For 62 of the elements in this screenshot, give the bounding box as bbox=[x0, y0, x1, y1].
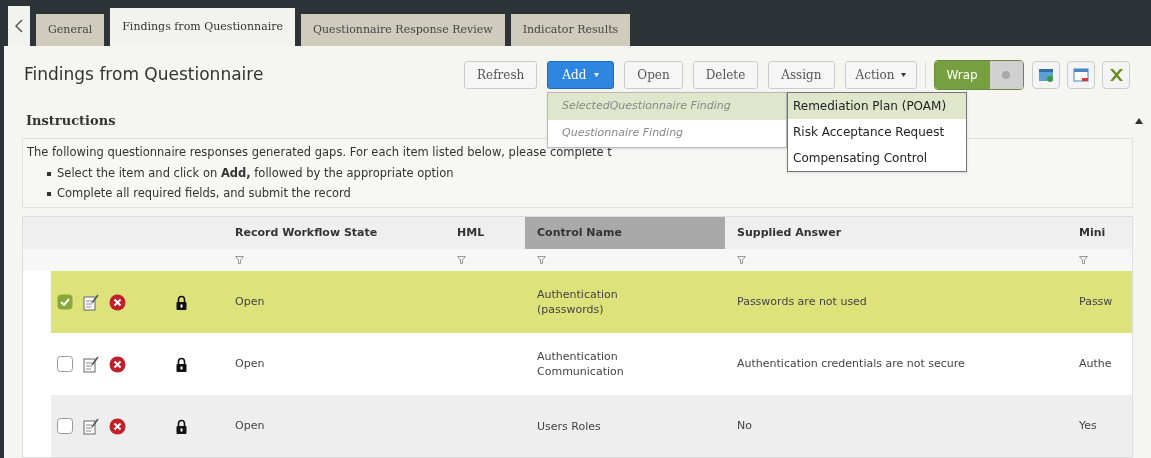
toolbar-button[interactable]: Assign bbox=[768, 61, 835, 89]
bullet-icon bbox=[47, 192, 51, 196]
checkbox[interactable] bbox=[57, 294, 73, 310]
column-header[interactable]: Record Workflow State bbox=[223, 217, 445, 249]
tab-scroll-button[interactable] bbox=[8, 6, 30, 46]
table-cell-text: Users Roles bbox=[537, 418, 602, 434]
lock-icon bbox=[176, 294, 187, 310]
filter-icon[interactable] bbox=[537, 256, 546, 264]
delete-icon[interactable] bbox=[109, 293, 126, 311]
table-cell-text: Yes bbox=[1079, 417, 1097, 434]
section-heading: Instructions bbox=[26, 112, 116, 131]
instruction-item: Complete all required fields, and submit the record bbox=[57, 185, 351, 203]
toolbar-button[interactable]: Open bbox=[624, 61, 683, 89]
bullet-icon bbox=[47, 172, 51, 176]
column-header[interactable]: Mini bbox=[1067, 217, 1132, 249]
toolbar-button[interactable]: Refresh bbox=[464, 61, 538, 89]
edit-icon[interactable] bbox=[83, 293, 99, 311]
add-button[interactable]: Add bbox=[547, 61, 615, 89]
lock-icon bbox=[176, 356, 187, 372]
tab[interactable]: Findings from Questionnaire bbox=[110, 8, 295, 46]
table-cell-text: Passw bbox=[1079, 293, 1113, 310]
tab[interactable]: Indicator Results bbox=[510, 14, 631, 46]
collapse-icon[interactable] bbox=[1135, 118, 1143, 124]
table-cell-text: Authentication (passwords) bbox=[537, 287, 619, 317]
delete-icon[interactable] bbox=[109, 355, 126, 373]
column-header[interactable]: HML bbox=[445, 217, 525, 249]
menu-item[interactable]: Remediation Plan (POAM) bbox=[788, 93, 966, 119]
menu-item[interactable]: Risk Acceptance Request bbox=[788, 119, 966, 145]
toolbar-button[interactable]: Delete bbox=[692, 61, 759, 89]
menu-item[interactable]: Compensating Control bbox=[788, 145, 966, 171]
instruction-item: Select the item and click on Add, followed by the appropriate option bbox=[57, 165, 454, 183]
table-cell-text: Authentication credentials are not secure bbox=[737, 355, 965, 372]
delete-icon[interactable] bbox=[109, 417, 126, 435]
tab[interactable]: General bbox=[36, 14, 105, 46]
remove-row-icon[interactable] bbox=[1066, 61, 1095, 89]
caret-icon bbox=[900, 73, 906, 77]
menu-item[interactable]: Questionnaire Finding bbox=[548, 120, 786, 147]
page-title: Findings from Questionnaire bbox=[24, 63, 265, 87]
table-cell-text: Open bbox=[235, 293, 265, 310]
table-cell-text: Authe bbox=[1079, 355, 1112, 372]
excel-export-icon[interactable] bbox=[1101, 61, 1130, 89]
table-cell-text: Open bbox=[235, 417, 265, 434]
checkbox[interactable] bbox=[57, 418, 73, 434]
checkbox[interactable] bbox=[57, 356, 73, 372]
table-cell-text: Open bbox=[235, 355, 265, 372]
filter-icon[interactable] bbox=[1079, 256, 1088, 264]
edit-icon[interactable] bbox=[83, 417, 99, 435]
table-cell-text: Authentication Communication bbox=[537, 349, 625, 379]
filter-icon[interactable] bbox=[737, 256, 746, 264]
edit-icon[interactable] bbox=[83, 355, 99, 373]
chevron-left-icon bbox=[15, 19, 23, 33]
table-cell-text: Passwords are not used bbox=[737, 293, 867, 310]
table-cell-text: No bbox=[737, 417, 752, 434]
filter-icon[interactable] bbox=[235, 256, 244, 264]
column-header[interactable]: Control Name bbox=[525, 217, 725, 249]
column-header[interactable]: Supplied Answer bbox=[725, 217, 1067, 249]
action-button[interactable]: Action bbox=[844, 61, 917, 89]
filter-icon[interactable] bbox=[457, 256, 466, 264]
lock-icon bbox=[176, 418, 187, 434]
tab[interactable]: Questionnaire Response Review bbox=[301, 14, 505, 46]
add-row-icon[interactable] bbox=[1031, 61, 1060, 89]
caret-icon bbox=[594, 73, 600, 77]
